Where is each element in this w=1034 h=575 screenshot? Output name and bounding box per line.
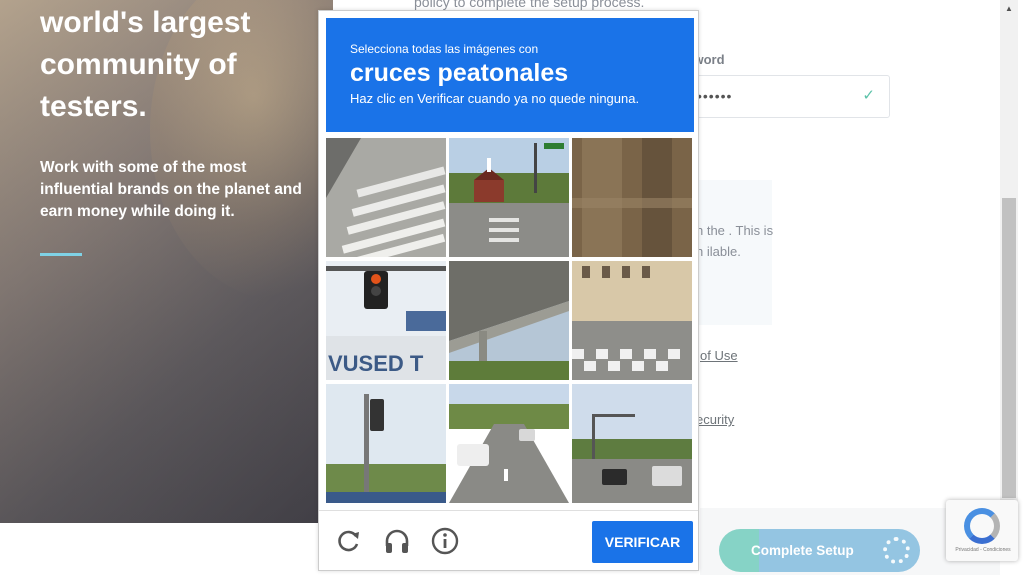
- verify-button[interactable]: VERIFICAR: [592, 521, 693, 563]
- captcha-instruction-small: Selecciona todas las imágenes con: [350, 42, 539, 56]
- audio-headphones-icon[interactable]: [382, 526, 412, 556]
- captcha-tile-crosswalk-road[interactable]: [326, 138, 446, 257]
- complete-setup-label: Complete Setup: [751, 543, 854, 558]
- captcha-tile-traffic-light-sign[interactable]: VUSED T: [326, 261, 446, 380]
- captcha-tile-church-street[interactable]: [449, 138, 569, 257]
- captcha-header: Selecciona todas las imágenes con cruces…: [326, 18, 694, 132]
- info-icon[interactable]: [430, 526, 460, 556]
- reload-icon[interactable]: [334, 526, 364, 556]
- captcha-dialog: Selecciona todas las imágenes con cruces…: [318, 10, 699, 571]
- password-value: ••••••: [697, 88, 733, 104]
- security-link[interactable]: ecurity: [696, 412, 734, 427]
- hero-title: world's largest community of testers.: [40, 6, 251, 123]
- form-intro-text: policy to complete the setup process.: [414, 0, 645, 10]
- svg-text:VUSED T: VUSED T: [328, 351, 424, 376]
- recaptcha-badge[interactable]: Privacidad - Condiciones: [946, 500, 1018, 561]
- captcha-tile-highway-cars[interactable]: [449, 384, 569, 503]
- captcha-tile-blurred-wall[interactable]: [572, 138, 692, 257]
- captcha-tile-intersection[interactable]: [572, 384, 692, 503]
- captcha-footer-divider: [319, 510, 698, 511]
- recaptcha-logo-icon: [964, 508, 1000, 544]
- hero-accent-line: [40, 253, 82, 256]
- scroll-thumb[interactable]: [1002, 198, 1016, 498]
- captcha-tile-city-crosswalk[interactable]: [572, 261, 692, 380]
- terms-of-use-link[interactable]: of Use: [700, 348, 738, 363]
- captcha-instruction-target: cruces peatonales: [350, 59, 569, 87]
- captcha-image-grid: VUSED T: [326, 138, 694, 504]
- scroll-up-arrow-icon[interactable]: ▲: [1000, 0, 1018, 17]
- captcha-instruction-hint: Haz clic en Verificar cuando ya no quede…: [350, 91, 640, 106]
- complete-setup-button[interactable]: Complete Setup: [719, 529, 920, 572]
- hero-panel: world's largest community of testers. Wo…: [0, 0, 333, 523]
- loading-spinner-icon: [883, 537, 910, 564]
- hero-text: Work with some of the most influential b…: [40, 159, 302, 220]
- check-icon: ✓: [862, 87, 875, 104]
- captcha-tile-traffic-signal-pole[interactable]: [326, 384, 446, 503]
- info-note-text: n the . This is n ilable.: [696, 223, 774, 259]
- recaptcha-badge-text: Privacidad - Condiciones: [955, 547, 1011, 553]
- captcha-tile-overpass[interactable]: [449, 261, 569, 380]
